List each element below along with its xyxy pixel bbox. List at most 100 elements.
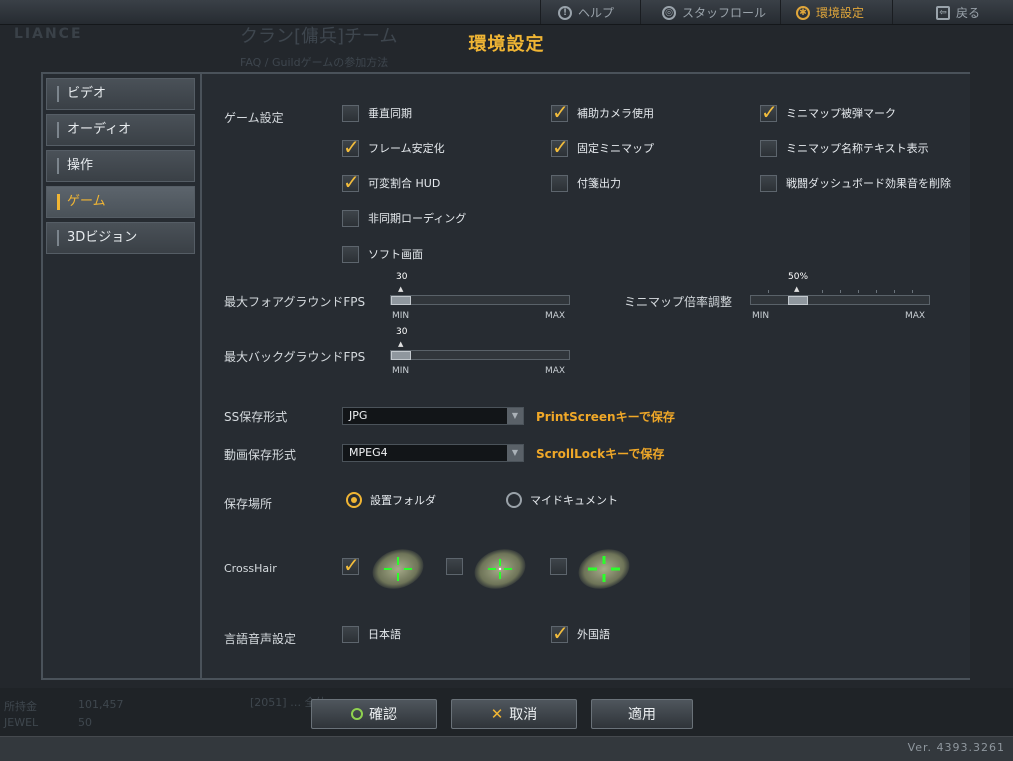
fg-fps-slider[interactable]	[390, 295, 570, 305]
background-stat2-label: JEWEL	[4, 716, 39, 729]
bg-fps-max: MAX	[545, 366, 566, 376]
minimap-zoom-caret-icon: ▲	[794, 285, 800, 293]
top-menu-bar: ! ヘルプ ◎ スタッフロール ✱ 環境設定 ⇦ 戻る	[0, 0, 1013, 25]
crosshair-2-preview	[469, 542, 531, 596]
chevron-down-icon[interactable]: ▼	[507, 408, 523, 424]
remove-dashboard-sound-checkbox[interactable]	[760, 174, 777, 192]
vsync-checkbox[interactable]	[342, 104, 359, 122]
back-label: 戻る	[956, 6, 981, 20]
option-minimap-name-text[interactable]: ミニマップ名称テキスト表示	[760, 138, 929, 158]
bg-fps-caret-icon: ▲	[398, 340, 404, 348]
video-format-select[interactable]: MPEG4 ▼	[342, 444, 524, 462]
cancel-button[interactable]: ✕ 取消	[451, 699, 577, 729]
option-vsync[interactable]: 垂直同期	[342, 103, 412, 123]
game-settings-label: ゲーム設定	[224, 111, 284, 125]
crosshair-3-preview	[573, 542, 635, 596]
ss-format-label: SS保存形式	[224, 410, 288, 424]
crosshair-option-2[interactable]	[446, 556, 472, 576]
crosshair-3-checkbox[interactable]	[550, 557, 567, 575]
fg-fps-min: MIN	[392, 311, 410, 321]
minimap-name-text-checkbox[interactable]	[760, 139, 777, 157]
frame-stabilize-label: フレーム安定化	[368, 142, 445, 155]
fg-fps-slider-thumb[interactable]	[391, 296, 411, 305]
variable-hud-label: 可変割合 HUD	[368, 177, 441, 190]
install-folder-radio[interactable]	[346, 492, 362, 508]
minimap-zoom-value: 50%	[788, 272, 809, 282]
sidebar-item-video[interactable]: ビデオ	[46, 78, 195, 110]
minimap-zoom-max: MAX	[905, 311, 926, 321]
fixed-minimap-checkbox[interactable]	[551, 135, 569, 159]
sidebar-item-audio[interactable]: オーディオ	[46, 114, 195, 146]
bg-fps-value: 30	[396, 327, 408, 337]
sidebar-item-game[interactable]: ゲーム	[46, 186, 195, 218]
option-variable-hud[interactable]: 可変割合 HUD	[342, 170, 441, 194]
ss-format-value: JPG	[349, 409, 368, 422]
bg-fps-label: 最大バックグラウンドFPS	[224, 350, 366, 364]
back-menu-item[interactable]: ⇦ 戻る	[936, 4, 980, 21]
crosshair-option-1[interactable]	[342, 553, 368, 577]
option-async-loading[interactable]: 非同期ローディング	[342, 208, 466, 228]
voice-option-japanese[interactable]: 日本語	[342, 624, 401, 644]
remove-dashboard-sound-label: 戦闘ダッシュボード効果音を削除	[786, 177, 951, 190]
japanese-checkbox[interactable]	[342, 625, 359, 643]
voice-language-label: 言語音声設定	[224, 632, 297, 646]
option-soft-screen[interactable]: ソフト画面	[342, 244, 423, 264]
sidebar-item-controls[interactable]: 操作	[46, 150, 195, 182]
staffroll-menu-item[interactable]: ◎ スタッフロール	[662, 4, 766, 21]
chevron-down-icon[interactable]: ▼	[507, 445, 523, 461]
frame-stabilize-checkbox[interactable]	[342, 135, 360, 159]
background-clan-subtitle: FAQ / Guildゲームの参加方法	[240, 56, 389, 69]
bg-fps-slider[interactable]	[390, 350, 570, 360]
option-frame-stabilize[interactable]: フレーム安定化	[342, 135, 445, 159]
option-sticky-output[interactable]: 付箋出力	[551, 173, 621, 193]
help-menu-item[interactable]: ! ヘルプ	[558, 4, 614, 21]
help-label: ヘルプ	[578, 6, 615, 20]
crosshair-label: CrossHair	[224, 562, 277, 575]
option-remove-dashboard-sound[interactable]: 戦闘ダッシュボード効果音を削除	[760, 173, 951, 193]
minimap-hit-marker-label: ミニマップ被弾マーク	[786, 107, 896, 120]
confirm-button[interactable]: 確認	[311, 699, 437, 729]
close-icon: ✕	[490, 705, 504, 723]
crosshair-2-checkbox[interactable]	[446, 557, 463, 575]
bg-fps-min: MIN	[392, 366, 410, 376]
settings-menu-item[interactable]: ✱ 環境設定	[796, 4, 864, 21]
ss-format-select[interactable]: JPG ▼	[342, 407, 524, 425]
apply-button[interactable]: 適用	[591, 699, 693, 729]
apply-label: 適用	[628, 707, 656, 723]
crosshair-option-3[interactable]	[550, 556, 576, 576]
crosshair-1-icon	[384, 557, 412, 582]
option-minimap-hit-marker[interactable]: ミニマップ被弾マーク	[760, 100, 896, 124]
my-documents-radio[interactable]	[506, 492, 522, 508]
save-location-install-folder[interactable]: 設置フォルダ	[346, 490, 436, 510]
minimap-zoom-slider-thumb[interactable]	[788, 296, 808, 305]
tick	[858, 290, 859, 293]
async-loading-label: 非同期ローディング	[368, 212, 467, 225]
fixed-minimap-label: 固定ミニマップ	[577, 142, 654, 155]
save-location-my-documents[interactable]: マイドキュメント	[506, 490, 618, 510]
variable-hud-checkbox[interactable]	[342, 170, 360, 194]
bg-fps-slider-thumb[interactable]	[391, 351, 411, 360]
crosshair-1-checkbox[interactable]	[342, 553, 360, 577]
assist-camera-checkbox[interactable]	[551, 100, 569, 124]
option-fixed-minimap[interactable]: 固定ミニマップ	[551, 135, 654, 159]
sidebar-item-3dvision[interactable]: 3Dビジョン	[46, 222, 195, 254]
status-bar	[0, 736, 1013, 761]
voice-option-foreign[interactable]: 外国語	[551, 621, 610, 645]
tick	[822, 290, 823, 293]
sticky-output-checkbox[interactable]	[551, 174, 568, 192]
option-assist-camera[interactable]: 補助カメラ使用	[551, 100, 654, 124]
settings-label: 環境設定	[816, 6, 865, 20]
menu-divider	[640, 0, 641, 24]
minimap-hit-marker-checkbox[interactable]	[760, 100, 778, 124]
background-stat1-label: 所持金	[4, 700, 37, 713]
my-documents-label: マイドキュメント	[530, 494, 618, 507]
circle-icon	[351, 708, 363, 720]
cancel-label: 取消	[509, 707, 538, 723]
soft-screen-checkbox[interactable]	[342, 245, 359, 263]
staffroll-label: スタッフロール	[682, 6, 767, 20]
minimap-zoom-slider[interactable]	[750, 295, 930, 305]
menu-divider	[780, 0, 781, 24]
foreign-checkbox[interactable]	[551, 621, 569, 645]
async-loading-checkbox[interactable]	[342, 209, 359, 227]
fg-fps-max: MAX	[545, 311, 566, 321]
